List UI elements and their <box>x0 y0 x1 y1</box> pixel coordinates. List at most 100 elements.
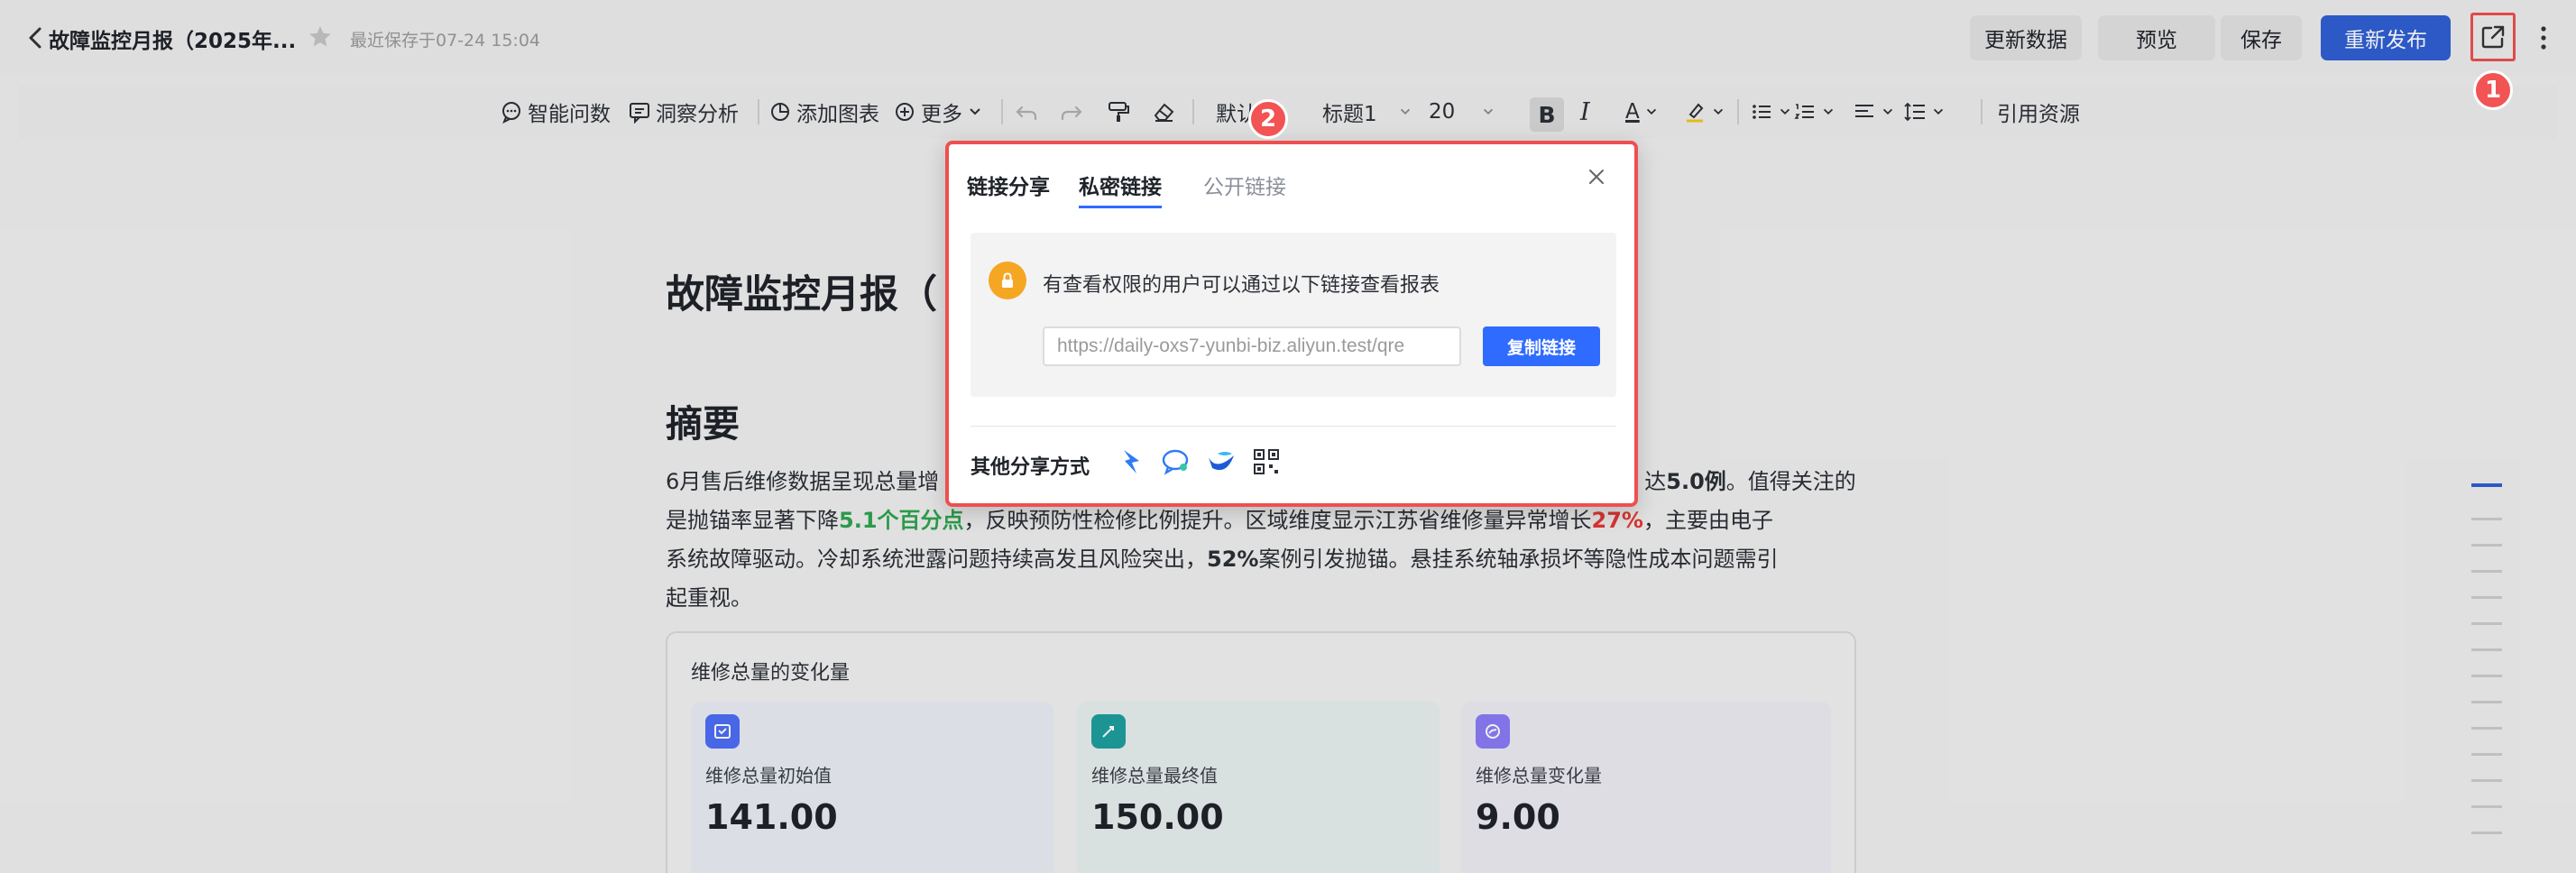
text-run: 。值得关注的 <box>1725 469 1856 494</box>
preview-button[interactable]: 预览 <box>2098 15 2215 60</box>
outline-item[interactable] <box>2471 648 2502 651</box>
positive-highlight: 5.1个百分点 <box>839 508 964 533</box>
outline-item[interactable] <box>2471 518 2502 520</box>
bold-button[interactable]: B <box>1530 97 1564 132</box>
font-color-button[interactable]: A <box>1625 97 1659 126</box>
outline-item[interactable] <box>2471 544 2502 547</box>
chat-icon[interactable] <box>1160 446 1192 478</box>
highlighter-icon <box>1687 103 1704 123</box>
chevron-down-icon <box>1646 108 1656 115</box>
outline-item[interactable] <box>2471 832 2502 834</box>
metric-value: 141.00 <box>705 797 838 837</box>
bullet-list-button[interactable] <box>1750 97 1792 126</box>
text-run: 达 <box>1644 469 1667 494</box>
smart-qa-button[interactable]: 智能问数 <box>500 97 611 126</box>
numbered-list-button[interactable] <box>1793 97 1835 126</box>
toolbar-divider <box>1981 99 1983 124</box>
bullet-list-icon <box>1753 105 1771 119</box>
save-button[interactable]: 保存 <box>2221 15 2302 60</box>
outline-item[interactable] <box>2471 805 2502 808</box>
cite-resource-button[interactable]: 引用资源 <box>1997 97 2080 126</box>
summary-line-4: 起重视。 <box>666 585 752 611</box>
text-run: 是抛锚率显著下降 <box>666 508 839 533</box>
outline-item[interactable] <box>2471 779 2502 782</box>
heading-value: 标题1 <box>1322 103 1377 126</box>
insight-analysis-button[interactable]: 洞察分析 <box>628 97 739 126</box>
document-title[interactable]: 故障监控月报（2025年... <box>49 23 296 54</box>
tab-public-link[interactable]: 公开链接 <box>1203 170 1286 200</box>
share-link-dialog: 链接分享 私密链接 公开链接 有查看权限的用户可以通过以下链接查看报表 http… <box>945 141 1638 507</box>
metric-change: 维修总量变化量 9.00 <box>1461 702 1831 873</box>
metric-value: 150.00 <box>1091 797 1224 837</box>
toolbar-divider <box>1192 99 1194 124</box>
outline-item[interactable] <box>2471 483 2502 487</box>
metric-card[interactable]: 维修总量的变化量 维修总量初始值 141.00 维修总量最终值 150.00 维… <box>666 631 1856 873</box>
metric-label: 维修总量初始值 <box>705 765 832 786</box>
align-left-icon <box>1855 105 1873 117</box>
refresh-data-button[interactable]: 更新数据 <box>1970 15 2082 60</box>
summary-line-2: 是抛锚率显著下降5.1个百分点，反映预防性检修比例提升。区域维度显示江苏省维修量… <box>666 502 1773 534</box>
outline-item[interactable] <box>2471 622 2502 625</box>
line-height-icon <box>1904 102 1925 122</box>
eraser-icon[interactable] <box>1151 99 1176 124</box>
metric-initial: 维修总量初始值 141.00 <box>691 702 1053 873</box>
text-run: ，主要由电子 <box>1642 508 1773 533</box>
metric-label: 维修总量最终值 <box>1091 765 1218 786</box>
dialog-title: 链接分享 <box>967 176 1050 199</box>
chevron-down-icon <box>1713 108 1724 115</box>
tab-private-link[interactable]: 私密链接 <box>1079 170 1162 208</box>
redo-icon[interactable] <box>1059 99 1084 124</box>
add-chart-button[interactable]: 添加图表 <box>768 97 879 126</box>
chevron-down-icon <box>1933 108 1944 115</box>
italic-button[interactable]: I <box>1580 97 1590 126</box>
heading-select[interactable]: 标题1 <box>1322 97 1412 126</box>
outline-item[interactable] <box>2471 753 2502 756</box>
save-status: 最近保存于07-24 15:04 <box>350 31 541 51</box>
chevron-down-icon <box>1882 108 1893 115</box>
teambition-icon[interactable] <box>1205 446 1237 478</box>
add-chart-label: 添加图表 <box>796 103 879 126</box>
outline-item[interactable] <box>2471 596 2502 599</box>
format-painter-icon[interactable] <box>1106 99 1131 124</box>
more-menu-button[interactable]: 更多 <box>893 97 983 126</box>
star-icon[interactable] <box>307 23 334 51</box>
copy-link-button[interactable]: 复制链接 <box>1483 326 1600 366</box>
text-run-bold: 52% <box>1207 547 1259 572</box>
line-height-button[interactable] <box>1903 97 1946 126</box>
toolbar-divider <box>1001 99 1003 124</box>
other-share-label: 其他分享方式 <box>971 456 1090 479</box>
chevron-down-icon <box>1400 108 1410 115</box>
align-button[interactable] <box>1853 97 1895 126</box>
metric-label: 维修总量变化量 <box>1476 765 1602 786</box>
font-color-label: A <box>1625 100 1640 124</box>
smart-qa-label: 智能问数 <box>528 103 611 126</box>
toolbar-divider <box>1737 99 1739 124</box>
outline-item[interactable] <box>2471 727 2502 730</box>
qr-code-icon[interactable] <box>1250 446 1283 478</box>
numbered-list-icon <box>1794 104 1814 119</box>
text-run: 6月售后维修数据呈现总量增 <box>666 469 940 494</box>
highlight-color-button[interactable] <box>1683 97 1725 126</box>
font-size-select[interactable]: 20 <box>1429 97 1495 126</box>
text-run: ，反映预防性检修比例提升。区域维度显示江苏省维修量异常增长 <box>963 508 1592 533</box>
toolbar-divider <box>758 99 759 124</box>
comment-icon <box>630 103 649 124</box>
outline-item[interactable] <box>2471 570 2502 573</box>
summary-line-3: 系统故障驱动。冷却系统泄露问题持续高发且风险突出，52%案例引发抛锚。悬挂系统轴… <box>666 541 1778 573</box>
close-icon[interactable] <box>1584 164 1609 189</box>
undo-icon[interactable] <box>1014 99 1039 124</box>
share-url-field[interactable]: https://daily-oxs7-yunbi-biz.aliyun.test… <box>1043 326 1461 366</box>
dialog-divider <box>971 426 1616 427</box>
republish-button[interactable]: 重新发布 <box>2321 15 2451 60</box>
chevron-down-icon <box>1484 108 1494 115</box>
editor-toolbar: 智能问数 洞察分析 添加图表 更多 默认 标题1 20 B I A 引用资源 <box>18 85 2558 139</box>
chevron-down-icon <box>1823 108 1834 115</box>
more-vertical-icon[interactable] <box>2537 22 2550 54</box>
report-title: 故障监控月报（ <box>666 272 937 317</box>
outline-item[interactable] <box>2471 675 2502 677</box>
share-button[interactable] <box>2470 13 2516 61</box>
dingtalk-icon[interactable] <box>1115 446 1147 478</box>
back-arrow-icon[interactable] <box>22 23 51 52</box>
negative-highlight: 27% <box>1591 508 1643 533</box>
outline-item[interactable] <box>2471 701 2502 703</box>
